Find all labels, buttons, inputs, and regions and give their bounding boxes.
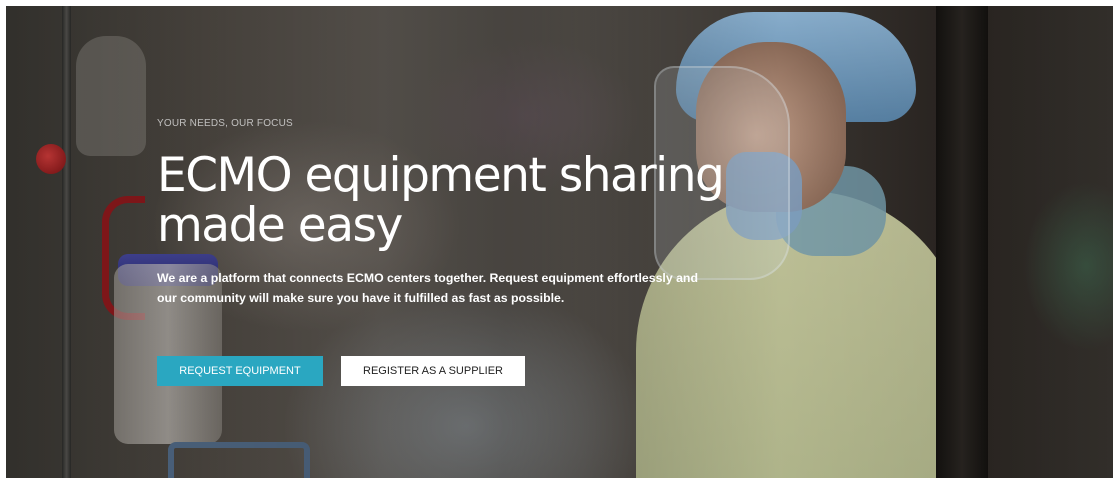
hero-description: We are a platform that connects ECMO cen…	[157, 271, 698, 305]
register-supplier-button[interactable]: REGISTER AS A SUPPLIER	[341, 356, 525, 386]
hero-headline: ECMO equipment sharing made easy	[157, 148, 725, 253]
request-equipment-button[interactable]: REQUEST EQUIPMENT	[157, 356, 323, 386]
hero-content: YOUR NEEDS, OUR FOCUS ECMO equipment sha…	[157, 117, 797, 308]
hero-cta-row: REQUEST EQUIPMENT REGISTER AS A SUPPLIER	[157, 356, 525, 386]
hero-eyebrow: YOUR NEEDS, OUR FOCUS	[157, 118, 293, 129]
